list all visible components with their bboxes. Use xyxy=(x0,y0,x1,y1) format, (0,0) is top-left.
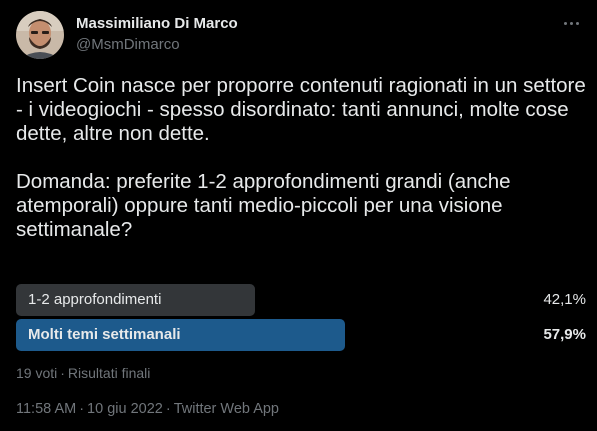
poll-option-2-label: Molti temi settimanali xyxy=(28,326,181,343)
author-handle[interactable]: @MsmDimarco xyxy=(76,35,180,55)
meta-separator: · xyxy=(60,365,65,381)
author-name[interactable]: Massimiliano Di Marco xyxy=(76,14,238,34)
timestamp-separator-2: · xyxy=(165,401,171,417)
poll-option-2-percent: 57,9% xyxy=(543,326,586,343)
tweet-time[interactable]: 11:58 AM xyxy=(16,401,76,417)
tweet: Massimiliano Di Marco @MsmDimarco Insert… xyxy=(0,0,597,431)
poll-option-1-label: 1-2 approfondimenti xyxy=(28,291,162,308)
timestamp-separator-1: · xyxy=(79,401,85,417)
poll-option-2: Molti temi settimanali 57,9% xyxy=(16,319,586,351)
tweet-timestamp: 11:58 AM · 10 giu 2022 · Twitter Web App xyxy=(16,400,279,418)
tweet-text: Insert Coin nasce per proporre contenuti… xyxy=(16,74,586,242)
poll-votes[interactable]: 19 voti xyxy=(16,365,57,381)
tweet-paragraph-1: Insert Coin nasce per proporre contenuti… xyxy=(16,74,586,145)
poll-status: Risultati finali xyxy=(67,365,151,381)
poll-meta: 19 voti · Risultati finali xyxy=(16,364,150,382)
tweet-client[interactable]: Twitter Web App xyxy=(174,401,279,417)
tweet-paragraph-2: Domanda: preferite 1-2 approfondimenti g… xyxy=(16,170,511,241)
poll-option-1-percent: 42,1% xyxy=(543,291,586,308)
tweet-date[interactable]: 10 giu 2022 xyxy=(87,401,163,417)
avatar[interactable] xyxy=(16,11,64,59)
poll-option-1: 1-2 approfondimenti 42,1% xyxy=(16,284,586,316)
more-options-icon[interactable] xyxy=(558,13,584,33)
user-avatar-photo xyxy=(16,11,64,59)
